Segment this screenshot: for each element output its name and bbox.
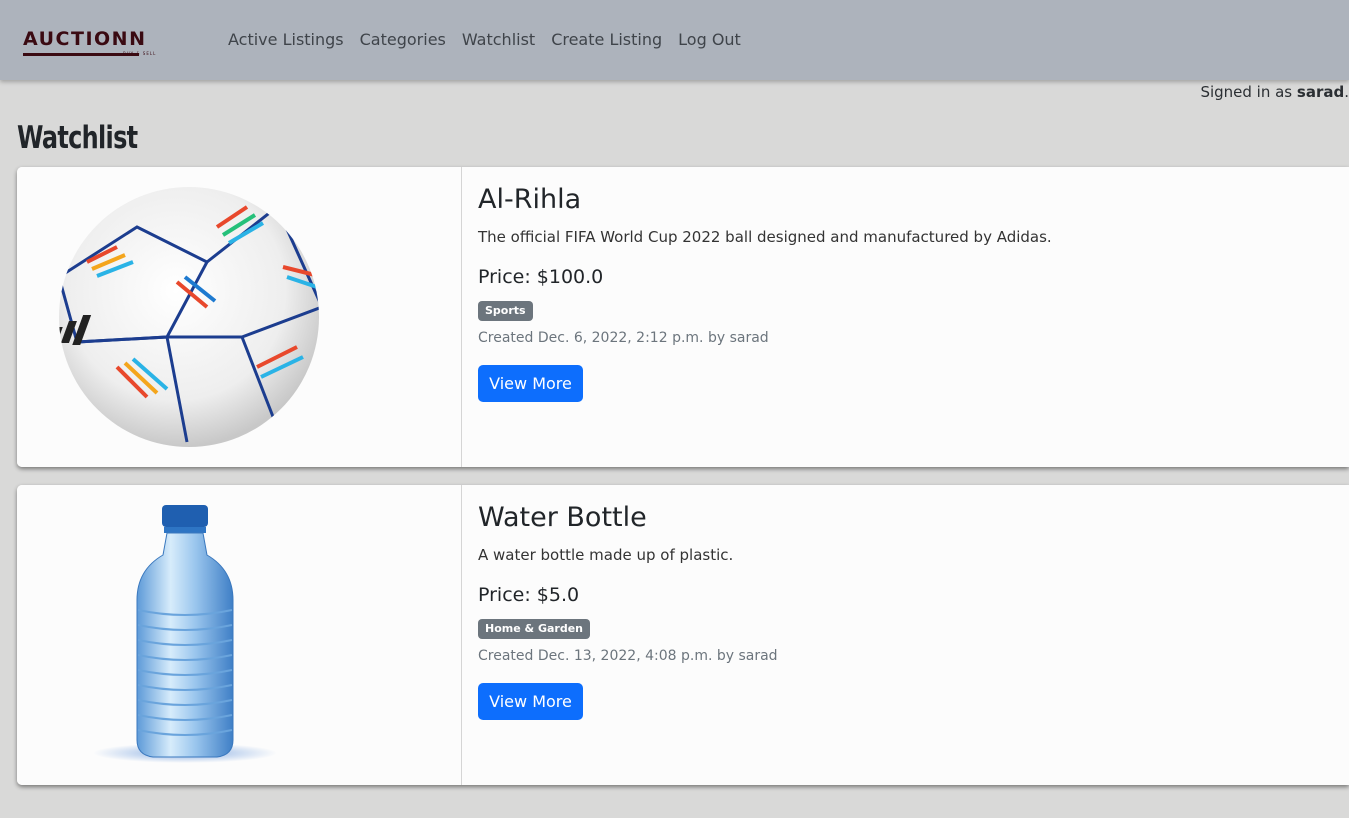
listing-title[interactable]: Al-Rihla [478, 183, 581, 217]
listing-created: Created Dec. 6, 2022, 2:12 p.m. by sarad [478, 330, 769, 346]
brand-underline [23, 53, 139, 56]
listing-title[interactable]: Water Bottle [478, 501, 647, 535]
brand-logo[interactable]: AUCTIONN BUY & SELL [23, 28, 173, 60]
nav-create-listing[interactable]: Create Listing [551, 30, 662, 50]
listing-body: Water Bottle A water bottle made up of p… [478, 485, 1349, 785]
navbar: AUCTIONN BUY & SELL Active Listings Cate… [0, 0, 1349, 80]
listing-image [17, 485, 462, 785]
nav-log-out[interactable]: Log Out [678, 30, 741, 50]
category-badge: Sports [478, 301, 533, 321]
signed-in-suffix: . [1344, 83, 1349, 101]
listing-price: Price: $5.0 [478, 584, 580, 606]
water-bottle-icon [93, 505, 277, 763]
listing-created: Created Dec. 13, 2022, 4:08 p.m. by sara… [478, 648, 778, 664]
signed-in-status: Signed in as sarad. [1200, 82, 1349, 102]
listing-body: Al-Rihla The official FIFA World Cup 202… [478, 167, 1349, 467]
nav-links: Active Listings Categories Watchlist Cre… [228, 30, 741, 50]
category-badge: Home & Garden [478, 619, 590, 639]
listing-card: Al-Rihla The official FIFA World Cup 202… [17, 167, 1349, 467]
view-more-button[interactable]: View More [478, 365, 583, 402]
listing-card: Water Bottle A water bottle made up of p… [17, 485, 1349, 785]
page-title: Watchlist [17, 120, 138, 156]
listing-description: The official FIFA World Cup 2022 ball de… [478, 228, 1052, 246]
nav-active-listings[interactable]: Active Listings [228, 30, 344, 50]
signed-in-username: sarad [1296, 83, 1345, 101]
brand-name: AUCTIONN [23, 28, 147, 50]
listing-price: Price: $100.0 [478, 266, 604, 288]
nav-categories[interactable]: Categories [360, 30, 446, 50]
nav-watchlist[interactable]: Watchlist [462, 30, 535, 50]
listing-description: A water bottle made up of plastic. [478, 546, 734, 564]
view-more-button[interactable]: View More [478, 683, 583, 720]
soccer-ball-icon [59, 187, 319, 447]
signed-in-prefix: Signed in as [1200, 83, 1293, 101]
listing-image [17, 167, 462, 467]
brand-tagline: BUY & SELL [123, 51, 157, 56]
